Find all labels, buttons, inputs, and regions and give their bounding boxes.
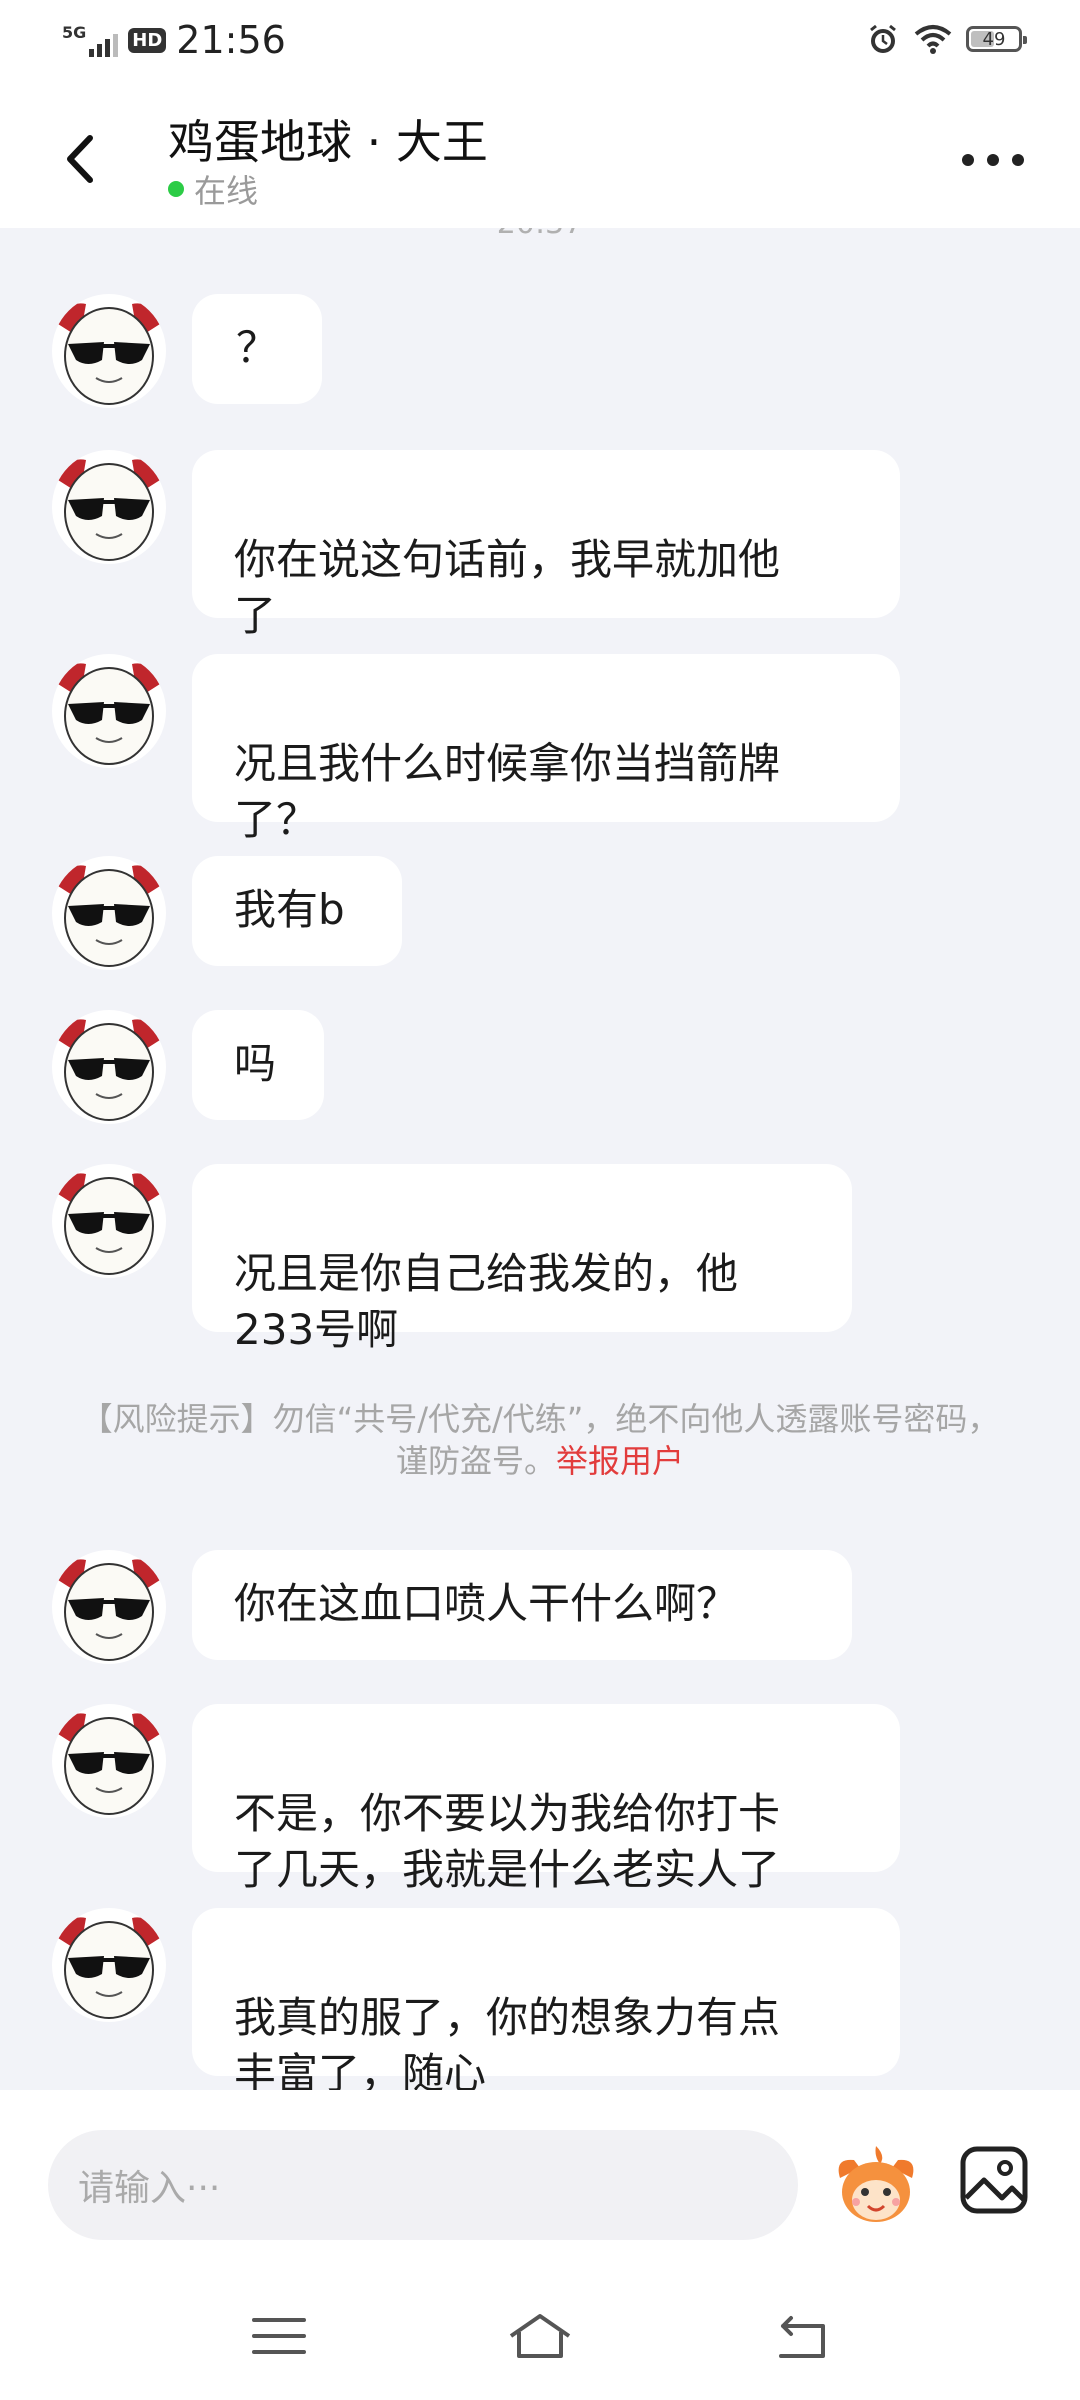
message-bubble[interactable]: 况且是你自己给我发的，他 233号啊 (192, 1164, 852, 1354)
message-text: 你在说这句话前，我早就加他 了 (234, 535, 781, 640)
hd-badge: HD (128, 27, 167, 53)
input-bar: 请输入··· (0, 2090, 1080, 2260)
message-text: 我真的服了，你的想象力有点 丰富了，随心 (234, 1993, 781, 2090)
clock: 21:56 (176, 18, 286, 62)
sticker-face-icon[interactable] (830, 2138, 922, 2230)
avatar[interactable] (52, 1908, 166, 2022)
battery-level: 49 (982, 28, 1006, 50)
message-bubble[interactable]: 我真的服了，你的想象力有点 丰富了，随心 (192, 1908, 900, 2090)
alarm-icon (870, 24, 896, 53)
avatar[interactable] (52, 856, 166, 970)
online-dot (168, 181, 184, 197)
message-input[interactable]: 请输入··· (48, 2130, 798, 2240)
battery-icon: 49 (966, 26, 1027, 52)
message-bubble[interactable]: 况且我什么时候拿你当挡箭牌 了？ (192, 654, 900, 844)
avatar[interactable] (52, 294, 166, 408)
message-bubble[interactable]: 不是，你不要以为我给你打卡 了几天，我就是什么老实人了 (192, 1704, 900, 1894)
message-bubble[interactable]: 吗 (192, 1010, 324, 1120)
avatar[interactable] (52, 450, 166, 564)
contact-name: 鸡蛋地球 · 大王 (168, 115, 488, 169)
risk-warning-text: 【风险提示】勿信“共号/代充/代练”，绝不向他人透露账号密码，谨防盗号。 (80, 1400, 1000, 1480)
message-text: 况且是你自己给我发的，他 233号啊 (234, 1249, 739, 1354)
avatar[interactable] (52, 654, 166, 768)
message-text: 况且我什么时候拿你当挡箭牌 了？ (234, 739, 781, 844)
message-text: 不是，你不要以为我给你打卡 了几天，我就是什么老实人了 (234, 1789, 781, 1894)
risk-warning: 【风险提示】勿信“共号/代充/代练”，绝不向他人透露账号密码，谨防盗号。举报用户 (80, 1398, 1000, 1482)
online-status: 在线 (168, 166, 258, 212)
back-nav-icon[interactable] (765, 2306, 835, 2366)
message-text: 你在这血口喷人干什么啊？ (234, 1579, 739, 1628)
image-icon[interactable] (958, 2144, 1030, 2216)
message-bubble[interactable]: ？ (192, 294, 322, 404)
status-bar: 5G HD 21:56 49 (0, 0, 1080, 84)
message-text: 我有b (234, 885, 345, 934)
message-timestamp: 20:37 (0, 228, 1080, 241)
message-text: ？ (235, 323, 278, 372)
chevron-left-icon[interactable] (52, 124, 112, 194)
message-input-placeholder: 请输入··· (78, 2168, 221, 2209)
avatar[interactable] (52, 1550, 166, 1664)
online-label: 在线 (194, 172, 259, 210)
avatar[interactable] (52, 1010, 166, 1124)
avatar[interactable] (52, 1164, 166, 1278)
menu-icon[interactable] (244, 2306, 314, 2366)
message-bubble[interactable]: 你在说这句话前，我早就加他 了 (192, 450, 900, 640)
avatar[interactable] (52, 1704, 166, 1818)
network-type: 5G (62, 23, 87, 42)
message-text: 吗 (234, 1039, 277, 1088)
home-icon[interactable] (505, 2306, 575, 2366)
chat-header: 鸡蛋地球 · 大王 在线 (0, 84, 1080, 228)
message-bubble[interactable]: 你在这血口喷人干什么啊？ (192, 1550, 852, 1660)
message-list[interactable]: 20:37 ？ (0, 228, 1080, 2090)
message-bubble[interactable]: 我有b (192, 856, 402, 966)
wifi-icon (914, 25, 952, 54)
signal-icon: 5G (62, 23, 119, 57)
report-user-link[interactable]: 举报用户 (556, 1442, 684, 1480)
system-nav-bar (0, 2260, 1080, 2400)
more-dots-icon[interactable] (958, 140, 1028, 180)
